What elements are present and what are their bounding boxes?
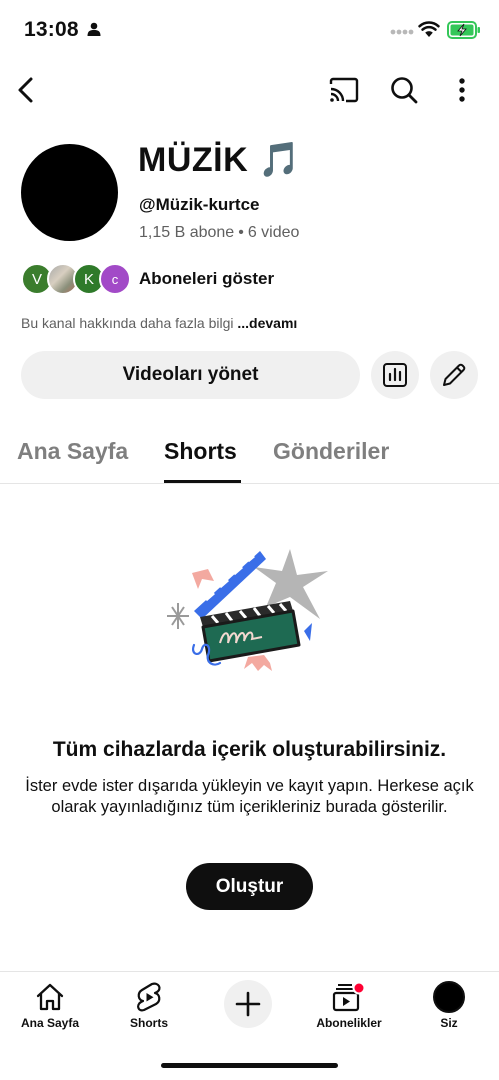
top-app-bar [0,66,499,114]
channel-actions: Videoları yönet [21,351,481,399]
status-time: 13:08 [24,18,79,41]
edit-channel-button[interactable] [430,351,478,399]
nav-you-label: Siz [440,1016,458,1030]
search-button[interactable] [386,70,422,110]
manage-videos-button[interactable]: Videoları yönet [21,351,360,399]
pencil-icon [443,363,466,386]
empty-state-title: Tüm cihazlarda içerik oluşturabilirsiniz… [52,738,447,761]
back-button[interactable] [10,70,42,110]
channel-avatar[interactable] [21,144,118,241]
subscriptions-icon [332,981,366,1012]
channel-handle: @Müzik-kurtce [139,195,260,214]
nav-shorts[interactable]: Shorts [104,980,194,1038]
more-vert-icon [459,78,465,102]
nav-home[interactable]: Ana Sayfa [5,980,95,1038]
more-options-button[interactable] [446,70,478,110]
about-more: ...devamı [237,315,298,331]
about-text: Bu kanal hakkında daha fazla bilgi [21,315,234,331]
active-tab-indicator [164,480,241,483]
channel-tabs: Ana Sayfa Shorts Gönderiler [0,430,499,484]
meta-separator: • [238,224,244,241]
show-subscribers-label: Aboneleri göster [139,269,275,288]
video-count: 6 video [247,224,300,241]
plus-icon [235,991,261,1017]
battery-charging-icon [447,21,480,39]
wifi-icon [418,21,440,37]
nav-subscriptions[interactable]: Abonelikler [304,980,394,1038]
nav-create[interactable] [203,980,293,1038]
search-icon [391,77,418,104]
cast-icon [329,77,359,103]
signal-dots-icon [390,29,414,35]
status-bar: 13:08 [0,0,499,60]
subscriber-avatar: c [99,263,131,295]
clapperboard-illustration [167,549,328,671]
shorts-icon [137,982,161,1012]
person-icon [87,22,101,36]
show-subscribers-row[interactable]: V K c Aboneleri göster [21,262,321,296]
channel-stats: 1,15 B abone • 6 video [139,224,299,242]
analytics-icon [383,363,407,387]
tab-shorts[interactable]: Shorts [164,438,237,465]
home-icon [36,983,64,1011]
avatar-icon [433,981,465,1013]
empty-state-body: İster evde ister dışarıda yükleyin ve ka… [25,777,474,816]
subscriber-avatars: V K c [21,262,131,296]
analytics-button[interactable] [371,351,419,399]
create-button[interactable]: Oluştur [186,863,313,910]
back-icon [18,77,33,103]
create-circle [224,980,272,1028]
subscriber-count: 1,15 B abone [139,224,235,241]
nav-subscriptions-label: Abonelikler [316,1016,382,1030]
nav-home-label: Ana Sayfa [20,1016,80,1030]
channel-about-link[interactable]: Bu kanal hakkında daha fazla bilgi ...de… [21,315,297,331]
tab-posts[interactable]: Gönderiler [273,438,389,465]
cast-button[interactable] [326,70,362,110]
channel-name: MÜZİK 🎵 [138,141,301,179]
nav-shorts-label: Shorts [129,1016,168,1030]
home-indicator [161,1063,338,1068]
nav-you[interactable]: Siz [404,980,494,1038]
tab-home[interactable]: Ana Sayfa [17,438,128,465]
